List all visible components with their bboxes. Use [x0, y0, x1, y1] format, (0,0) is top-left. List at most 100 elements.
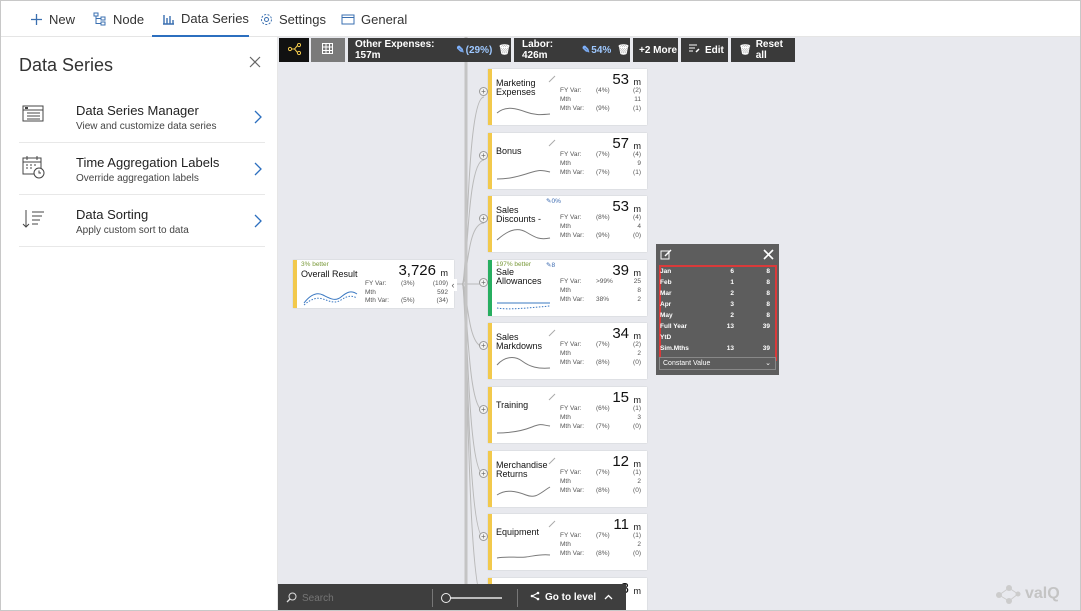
calendar-clock-icon: [21, 155, 47, 179]
node-unit: m: [633, 141, 642, 151]
tree-node[interactable]: Training 15 m FY Var: (6%) (1) Mth 3 Mth Var: (7%…: [488, 387, 647, 443]
node-label: Mth Var:: [560, 169, 585, 176]
node-label: Mth Var:: [560, 423, 585, 430]
node-value-abs: (0): [633, 423, 641, 430]
node-value-pct: (7%): [596, 151, 610, 158]
node-value-pct: (6%): [596, 405, 610, 412]
node-value-pct: (7%): [596, 169, 610, 176]
tree-node[interactable]: Merchandise Returns 12 m FY Var: (7%) (1) Mth 2…: [488, 451, 647, 507]
panel-item-title: Data Series Manager: [76, 103, 199, 118]
pencil-icon[interactable]: [548, 452, 556, 465]
node-value-pct: (4%): [596, 87, 610, 94]
node-label: FY Var:: [560, 341, 582, 348]
tree-view-button[interactable]: [279, 38, 309, 62]
expand-node-icon[interactable]: +: [479, 214, 488, 223]
more-filters-button[interactable]: +2 More: [633, 38, 678, 62]
node-value-abs: 4: [637, 223, 641, 230]
node-label: Mth Var:: [560, 105, 585, 112]
node-value: 53: [612, 198, 629, 215]
expand-node-icon[interactable]: +: [479, 151, 488, 160]
root-node-overall-result[interactable]: 3% better Overall Result 3,726 m FY Var:…: [293, 260, 454, 308]
tab-new-label: New: [49, 11, 76, 27]
panel-item-data-sorting[interactable]: Data Sorting Apply custom sort to data: [19, 195, 265, 247]
filter-chip-label: Other Expenses: 157m: [355, 39, 435, 61]
trash-icon[interactable]: 🗑: [617, 45, 630, 56]
pencil-icon[interactable]: [548, 70, 556, 83]
node-label: Mth Var:: [365, 297, 390, 304]
sparkline: [496, 424, 551, 434]
node-label: Mth: [560, 478, 571, 485]
expand-node-icon[interactable]: +: [479, 278, 488, 287]
tab-settings[interactable]: Settings: [259, 1, 326, 37]
expand-node-icon[interactable]: +: [479, 469, 488, 478]
simulation-row[interactable]: Jan 6 8: [660, 268, 770, 278]
pencil-icon[interactable]: [548, 515, 556, 528]
simulation-row[interactable]: Full Year 13 39: [660, 323, 770, 333]
simulation-popup: Jan 6 8 Feb 1 8 Mar 2 8 Apr 3 8 May 2 8 …: [656, 244, 779, 375]
node-value-abs: (0): [633, 232, 641, 239]
node-value-pct: (7%): [596, 532, 610, 539]
simulation-row[interactable]: Mar 2 8: [660, 290, 770, 300]
simulation-row[interactable]: Sim.Mths 13 39: [660, 345, 770, 355]
filter-chip-label: Labor: 426m: [522, 39, 554, 61]
trash-icon[interactable]: 🗑: [498, 45, 511, 56]
edit-note-icon[interactable]: [660, 248, 672, 266]
panel-item-subtitle: Apply custom sort to data: [76, 225, 189, 236]
zoom-slider[interactable]: [442, 597, 502, 599]
tree-node[interactable]: Bonus 57 m FY Var: (7%) (4) Mth 9 Mth Var: (7%) (1…: [488, 133, 647, 189]
expand-node-icon[interactable]: +: [479, 405, 488, 414]
pencil-icon[interactable]: [548, 134, 556, 147]
node-value: 3,726: [398, 262, 436, 279]
close-icon[interactable]: [763, 247, 774, 265]
filter-chip-other-expenses[interactable]: Other Expenses: 157m ✎ (29%) 🗑: [348, 38, 511, 62]
row-value-b: 39: [762, 345, 770, 352]
tree-node[interactable]: Marketing Expenses 53 m FY Var: (4%) (2) Mth 11…: [488, 69, 647, 125]
simulation-row[interactable]: May 2 8: [660, 312, 770, 322]
edit-button[interactable]: Edit: [681, 38, 728, 62]
collapse-icon[interactable]: ‹: [449, 279, 457, 291]
expand-node-icon[interactable]: +: [479, 532, 488, 541]
simulation-row[interactable]: Apr 3 8: [660, 301, 770, 311]
expand-node-icon[interactable]: +: [479, 87, 488, 96]
node-label: FY Var:: [560, 469, 582, 476]
node-value-abs: 2: [637, 350, 641, 357]
go-to-level-button[interactable]: Go to level: [530, 591, 613, 604]
node-label: FY Var:: [365, 280, 387, 287]
tree-node[interactable]: Equipment 11 m FY Var: (7%) (1) Mth 2 Mth Var: (8…: [488, 514, 647, 570]
panel-item-data-series-manager[interactable]: Data Series Manager View and customize d…: [19, 91, 265, 143]
tab-node[interactable]: Node: [93, 1, 144, 37]
chevron-down-icon: ⌄: [765, 360, 771, 367]
tree-node[interactable]: 197% better ✎8 Sale Allowances 39 m FY Var: >9…: [488, 260, 647, 316]
simulation-row[interactable]: Feb 1 8: [660, 279, 770, 289]
grid-icon: [322, 43, 333, 57]
tree-canvas[interactable]: Other Expenses: 157m ✎ (29%) 🗑 Labor: 42…: [278, 37, 1080, 610]
panel-item-time-aggregation-labels[interactable]: Time Aggregation Labels Override aggrega…: [19, 143, 265, 195]
row-value-a: 13: [726, 323, 734, 330]
ribbon-tab-bar: New Node Data Series Settings General: [1, 1, 1080, 37]
zoom-slider-handle[interactable]: [441, 593, 451, 603]
reset-all-button[interactable]: 🗑 Reset all: [731, 38, 795, 62]
table-view-button[interactable]: [311, 38, 345, 62]
node-label: Mth: [560, 414, 571, 421]
pencil-icon[interactable]: [548, 324, 556, 337]
simulation-mode-select[interactable]: Constant Value ⌄: [659, 357, 776, 370]
node-value-abs: (0): [633, 359, 641, 366]
close-icon[interactable]: [248, 55, 262, 69]
expand-node-icon[interactable]: +: [479, 341, 488, 350]
tree-node[interactable]: ✎0% Sales Discounts -53 m FY Var: (8%) (4) Mth…: [488, 196, 647, 252]
search-input[interactable]: [302, 591, 422, 605]
simulation-row[interactable]: YtD: [660, 334, 770, 344]
tab-general[interactable]: General: [341, 1, 407, 37]
pencil-icon[interactable]: [548, 388, 556, 401]
pencil-icon: ✎: [581, 44, 591, 56]
node-value-pct: (8%): [596, 214, 610, 221]
app-window: New Node Data Series Settings General Da…: [0, 0, 1081, 611]
row-value-b: 39: [762, 323, 770, 330]
sparkline: [496, 357, 551, 369]
node-unit: m: [633, 459, 642, 469]
node-value-abs: (1): [633, 532, 641, 539]
tree-node[interactable]: Sales Markdowns 34 m FY Var: (7%) (2) Mth 2 Mth …: [488, 323, 647, 379]
tab-new[interactable]: New: [29, 1, 75, 37]
filter-chip-labor[interactable]: Labor: 426m ✎ 54% 🗑: [514, 38, 630, 62]
tab-data-series[interactable]: Data Series: [152, 1, 249, 37]
